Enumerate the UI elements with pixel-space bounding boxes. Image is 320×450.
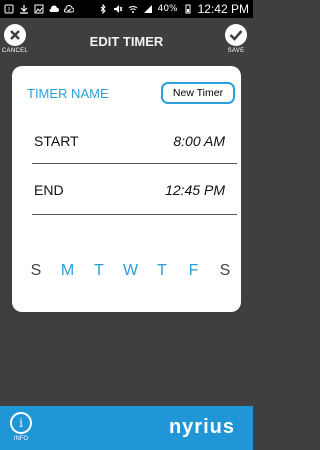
page-title: EDIT TIMER <box>89 34 164 49</box>
save-button[interactable]: SAVE <box>221 24 251 54</box>
cloud-icon <box>49 4 59 14</box>
status-right: 40% 12:42 PM <box>98 2 249 16</box>
timer-name-label: TIMER NAME <box>27 86 109 101</box>
timer-name-field[interactable]: New Timer <box>161 82 235 104</box>
day-sunday[interactable]: S <box>28 262 44 282</box>
save-label: SAVE <box>227 48 245 54</box>
start-time-value[interactable]: 8:00 AM <box>173 133 225 149</box>
start-time-row[interactable]: START 8:00 AM <box>32 130 237 152</box>
status-time: 12:42 PM <box>197 2 249 16</box>
notification-icon: ! <box>4 4 14 14</box>
timer-card: TIMER NAME New Timer START 8:00 AM END 1… <box>12 66 241 312</box>
status-left: ! <box>4 4 74 14</box>
day-monday[interactable]: M <box>60 262 76 282</box>
svg-text:!: ! <box>8 6 11 14</box>
day-selector: S M T W T F S <box>28 262 233 282</box>
cloud-check-icon <box>64 4 74 14</box>
download-icon <box>19 4 29 14</box>
day-wednesday[interactable]: W <box>123 262 139 282</box>
battery-percent: 40% <box>157 4 178 14</box>
info-label: INFO <box>13 436 29 442</box>
timer-name-row: TIMER NAME New Timer <box>12 82 241 104</box>
brand-logo: nyrius <box>168 416 235 438</box>
info-button[interactable]: i INFO <box>8 412 34 442</box>
end-time-value[interactable]: 12:45 PM <box>165 182 225 198</box>
divider <box>32 214 237 215</box>
day-friday[interactable]: F <box>186 262 202 282</box>
bottom-bar: i INFO nyrius <box>0 406 253 450</box>
signal-icon <box>143 4 153 14</box>
image-icon <box>34 4 44 14</box>
day-tuesday[interactable]: T <box>91 262 107 282</box>
day-saturday[interactable]: S <box>217 262 233 282</box>
end-time-row[interactable]: END 12:45 PM <box>32 179 237 201</box>
bluetooth-icon <box>98 4 108 14</box>
info-icon: i <box>10 412 32 434</box>
mute-icon <box>113 4 123 14</box>
start-label: START <box>34 133 79 149</box>
divider <box>32 163 237 164</box>
end-label: END <box>34 182 64 198</box>
day-thursday[interactable]: T <box>154 262 170 282</box>
battery-icon <box>183 4 193 14</box>
wifi-icon <box>128 4 138 14</box>
top-bar: CANCEL EDIT TIMER SAVE <box>0 18 253 62</box>
checkmark-icon <box>225 24 247 46</box>
status-bar: ! 40% 12:42 PM <box>0 0 253 18</box>
